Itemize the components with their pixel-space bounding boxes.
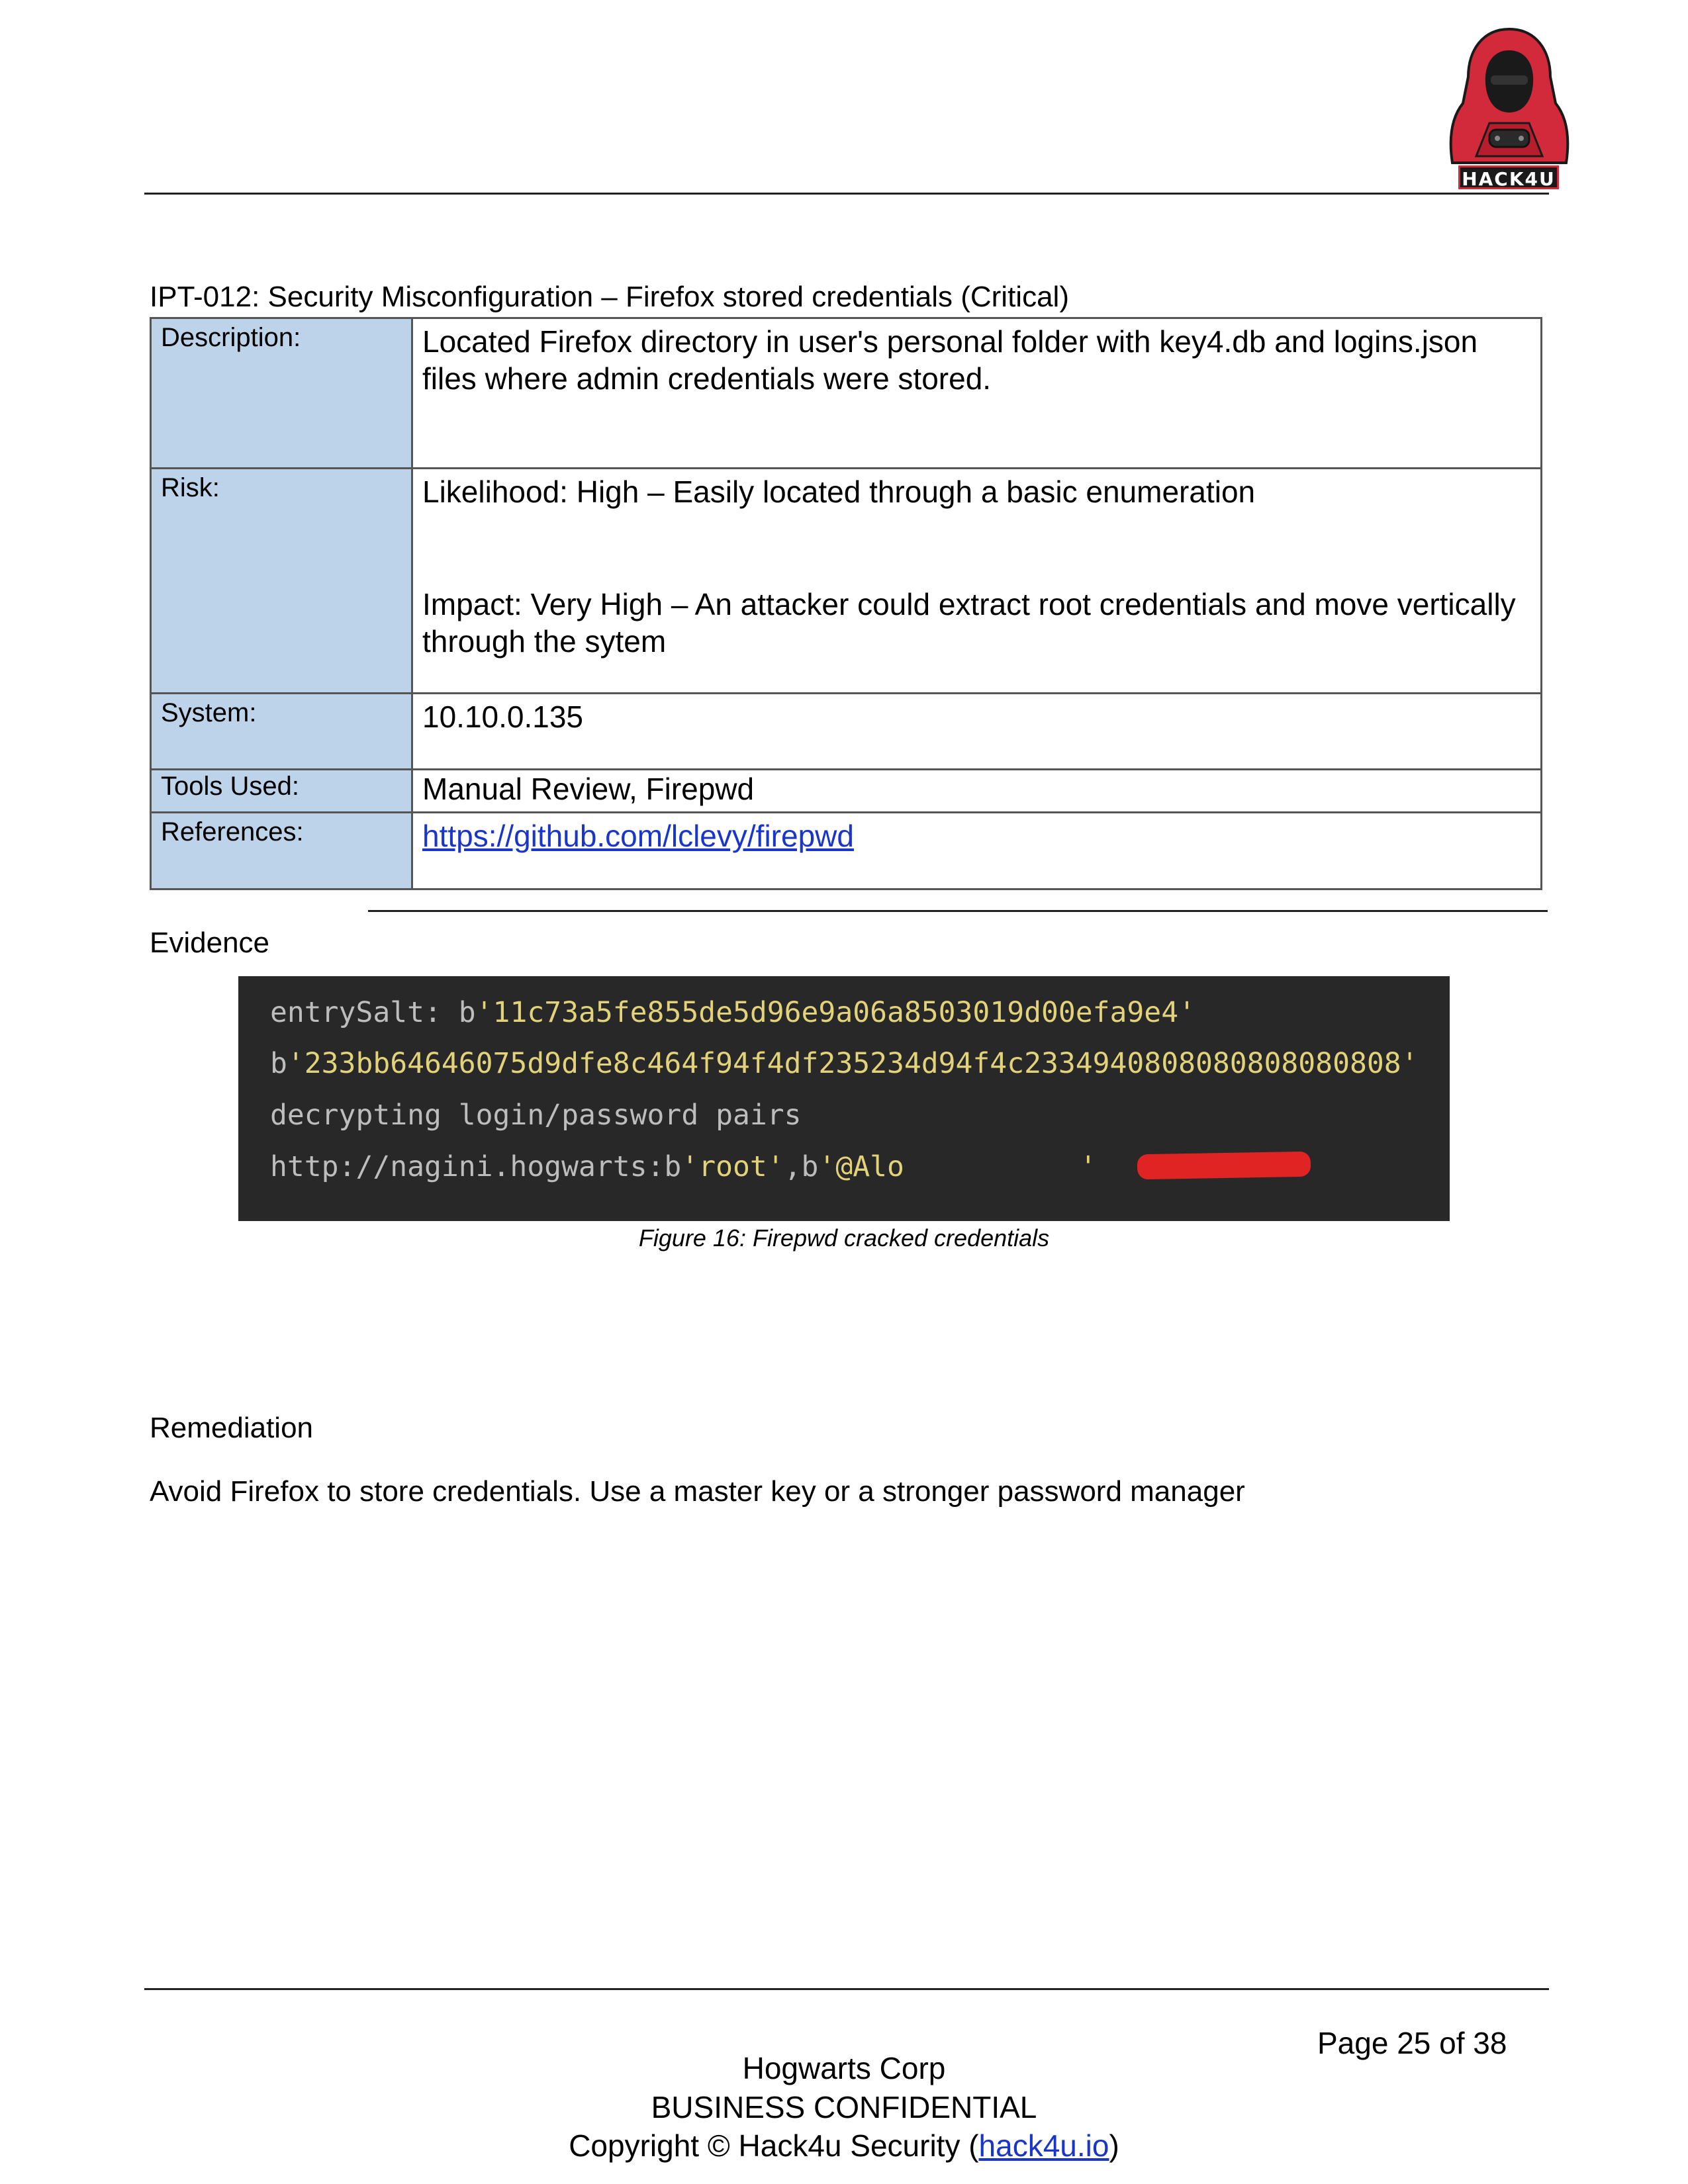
risk-likelihood: Likelihood: High – Easily located throug… — [422, 475, 1256, 509]
row-label: Description: — [150, 317, 413, 469]
evidence-divider — [368, 910, 1548, 912]
logo-wordmark: HACK4U — [1458, 165, 1559, 190]
table-row-description: Description: Located Firefox directory i… — [150, 317, 1542, 469]
table-row-references: References: https://github.com/lclevy/fi… — [150, 811, 1542, 890]
footer-copyright: Copyright © Hack4u Security (hack4u.io) — [569, 2128, 1119, 2163]
description-value: Located Firefox directory in user's pers… — [411, 317, 1542, 469]
row-label: Tools Used: — [150, 768, 413, 813]
footer-company: Hogwarts Corp — [742, 2051, 946, 2085]
password-redaction — [1137, 1151, 1311, 1180]
finding-title: IPT-012: Security Misconfiguration – Fir… — [150, 281, 1069, 313]
remediation-text: Avoid Firefox to store credentials. Use … — [150, 1475, 1245, 1508]
figure-caption: Figure 16: Firepwd cracked credentials — [638, 1224, 1050, 1251]
evidence-heading: Evidence — [150, 927, 270, 959]
tools-value: Manual Review, Firepwd — [411, 768, 1542, 813]
references-value: https://github.com/lclevy/firepwd — [411, 811, 1542, 890]
evidence-screenshot: entrySalt: b'11c73a5fe855de5d96e9a06a850… — [238, 976, 1450, 1221]
code-line-key: b'233bb64646075d9dfe8c464f94f4df235234d9… — [270, 1047, 1419, 1080]
table-row-tools: Tools Used: Manual Review, Firepwd — [150, 768, 1542, 813]
remediation-heading: Remediation — [150, 1412, 314, 1444]
table-row-system: System: 10.10.0.135 — [150, 692, 1542, 770]
system-value: 10.10.0.135 — [411, 692, 1542, 770]
row-label: System: — [150, 692, 413, 770]
footer-divider — [144, 1988, 1549, 1990]
header-divider — [144, 193, 1549, 195]
footer-confidential: BUSINESS CONFIDENTIAL — [651, 2090, 1037, 2124]
row-label: Risk: — [150, 467, 413, 694]
table-row-risk: Risk: Likelihood: High – Easily located … — [150, 467, 1542, 694]
code-line-decrypting: decrypting login/password pairs — [270, 1099, 802, 1132]
risk-value: Likelihood: High – Easily located throug… — [411, 467, 1542, 694]
row-label: References: — [150, 811, 413, 890]
code-line-entry-salt: entrySalt: b'11c73a5fe855de5d96e9a06a850… — [270, 996, 1196, 1029]
code-line-credentials: http://nagini.hogwarts:b'root',b'@Alo ' — [270, 1150, 1097, 1183]
risk-impact: Impact: Very High – An attacker could ex… — [422, 587, 1516, 659]
firepwd-link[interactable]: https://github.com/lclevy/firepwd — [422, 819, 854, 853]
hack4u-link[interactable]: hack4u.io — [979, 2128, 1109, 2163]
finding-table: Description: Located Firefox directory i… — [150, 317, 1542, 890]
